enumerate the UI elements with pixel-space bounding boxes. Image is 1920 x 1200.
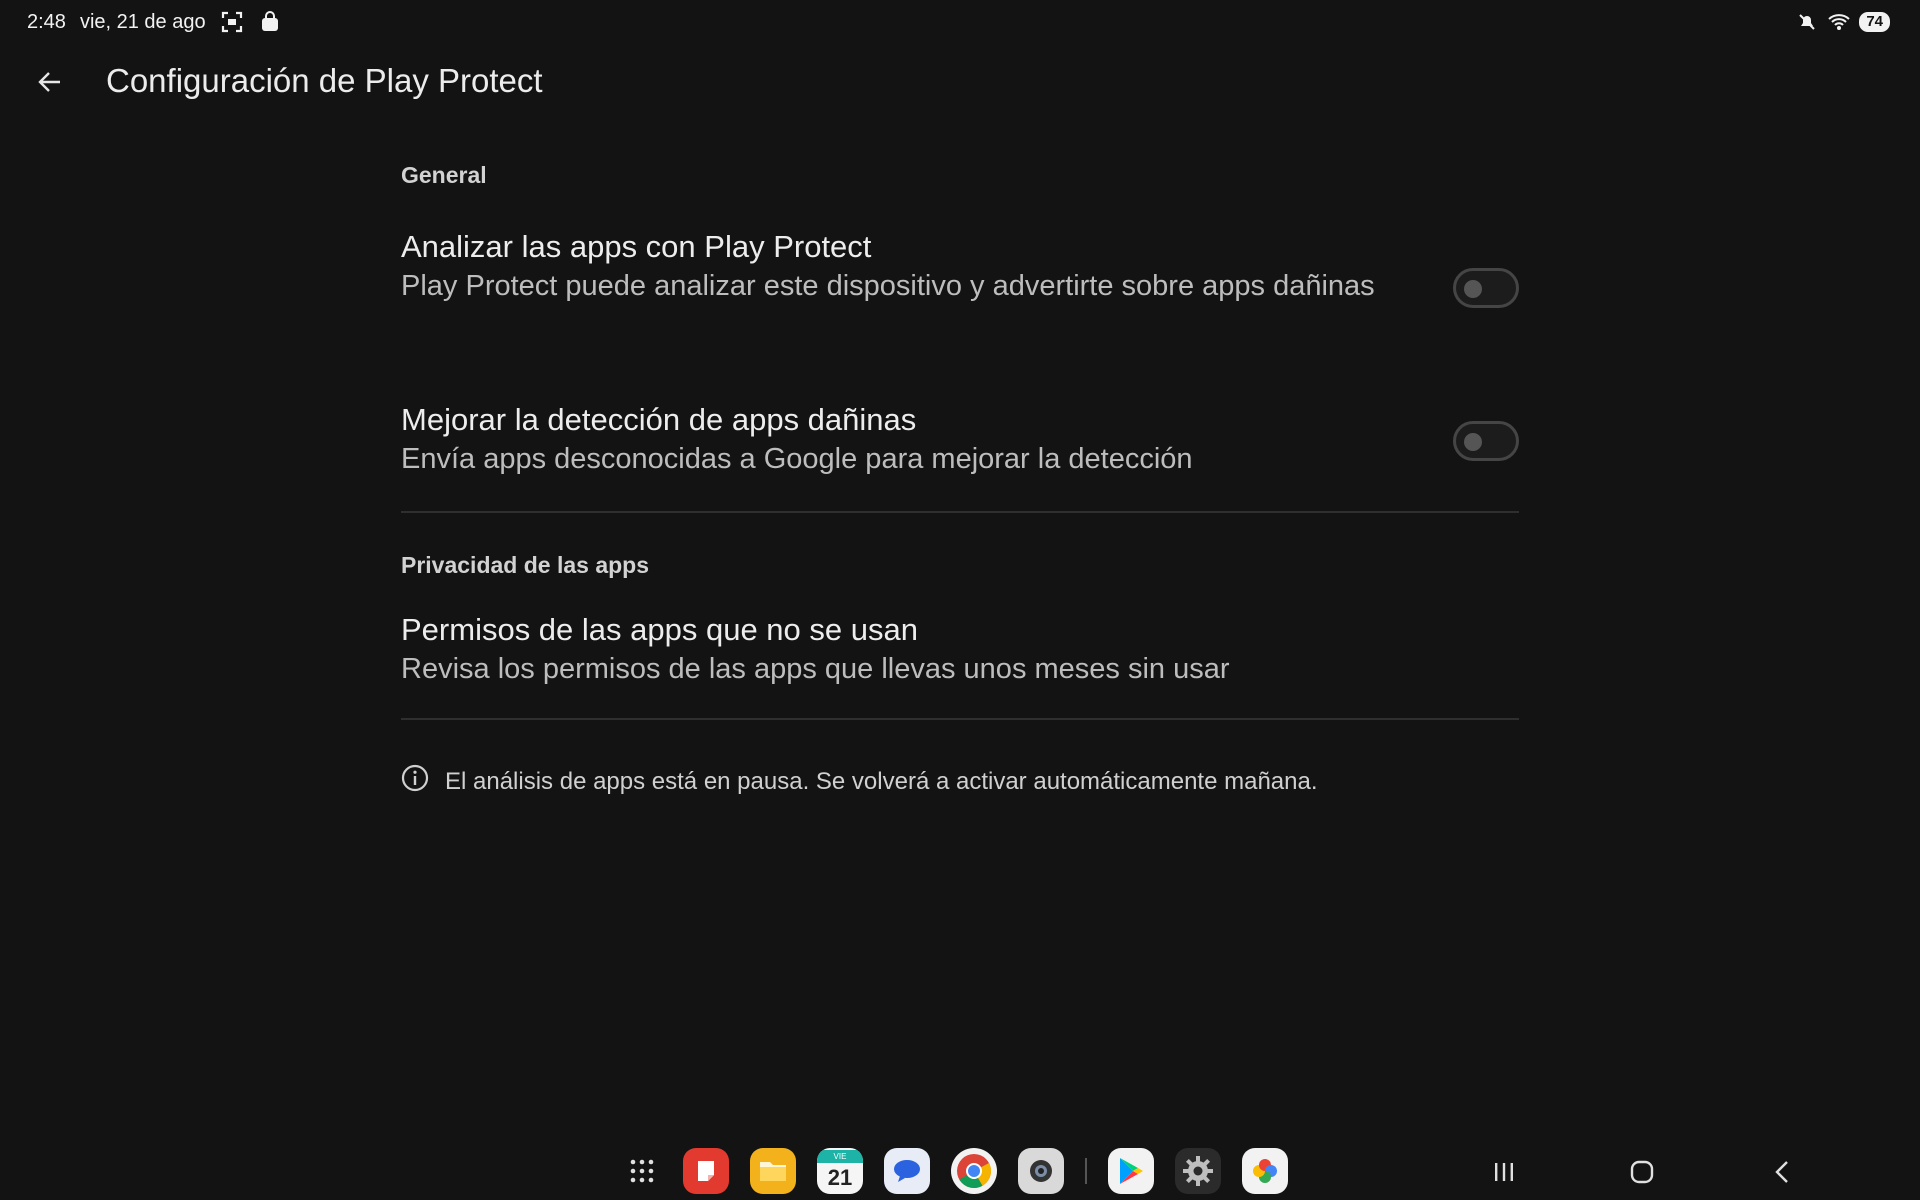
nav-back-button[interactable]	[1762, 1154, 1802, 1194]
divider	[401, 718, 1519, 720]
calendar-day: 21	[827, 1164, 853, 1190]
page-title: Configuración de Play Protect	[106, 62, 543, 99]
scan-apps-preference[interactable]: Analizar las apps con Play Protect Play …	[401, 227, 1519, 357]
play-store-app-icon[interactable]	[1108, 1148, 1154, 1194]
settings-list: General Analizar las apps con Play Prote…	[401, 150, 1519, 799]
messages-app-icon[interactable]	[884, 1148, 930, 1194]
status-date: vie, 21 de ago	[79, 10, 206, 33]
notes-app-icon[interactable]	[683, 1148, 729, 1194]
photos-app-icon[interactable]	[1242, 1148, 1288, 1194]
dock: VIE 21	[622, 1148, 1288, 1194]
toggle-knob	[1464, 280, 1482, 298]
shopping-bag-icon	[258, 10, 282, 34]
settings-app-icon[interactable]	[1175, 1148, 1221, 1194]
unused-permissions-preference[interactable]: Permisos de las apps que no se usan Revi…	[401, 610, 1519, 694]
status-time: 2:48	[27, 10, 66, 33]
calendar-weekday: VIE	[817, 1149, 863, 1163]
divider	[401, 511, 1519, 513]
info-icon	[401, 764, 429, 799]
dock-separator	[1085, 1158, 1087, 1184]
unused-permissions-title: Permisos de las apps que no se usan	[401, 612, 918, 647]
mute-icon	[1795, 10, 1819, 34]
wifi-icon	[1827, 10, 1851, 34]
battery-icon: 74	[1859, 12, 1890, 32]
chrome-app-icon[interactable]	[951, 1148, 997, 1194]
section-header-general: General	[401, 162, 487, 188]
taskbar: VIE 21	[0, 1140, 1920, 1200]
screenshot-icon	[220, 10, 244, 34]
toggle-knob	[1464, 433, 1482, 451]
scan-paused-text: El análisis de apps está en pausa. Se vo…	[445, 767, 1318, 795]
unused-permissions-summary: Revisa los permisos de las apps que llev…	[401, 653, 1230, 685]
improve-detection-summary: Envía apps desconocidas a Google para me…	[401, 443, 1193, 475]
back-button[interactable]	[30, 64, 70, 104]
app-bar: Configuración de Play Protect	[0, 48, 1920, 118]
recents-icon	[1493, 1162, 1515, 1187]
scan-apps-toggle[interactable]	[1453, 268, 1519, 308]
scan-paused-notice: El análisis de apps está en pausa. Se vo…	[401, 764, 1519, 799]
app-drawer-icon[interactable]	[622, 1148, 662, 1194]
improve-detection-title: Mejorar la detección de apps dañinas	[401, 402, 917, 437]
section-header-privacy: Privacidad de las apps	[401, 552, 650, 578]
nav-back-icon	[1773, 1160, 1791, 1189]
recents-button[interactable]	[1484, 1154, 1524, 1194]
arrow-back-icon	[37, 69, 63, 100]
status-bar: 2:48 vie, 21 de ago 74	[0, 0, 1920, 48]
improve-detection-toggle[interactable]	[1453, 421, 1519, 461]
scan-apps-title: Analizar las apps con Play Protect	[401, 229, 872, 264]
camera-app-icon[interactable]	[1018, 1148, 1064, 1194]
home-button[interactable]	[1622, 1154, 1662, 1194]
files-app-icon[interactable]	[750, 1148, 796, 1194]
calendar-app-icon[interactable]: VIE 21	[817, 1148, 863, 1194]
home-icon	[1630, 1160, 1654, 1189]
scan-apps-summary: Play Protect puede analizar este disposi…	[401, 270, 1375, 302]
improve-detection-preference[interactable]: Mejorar la detección de apps dañinas Env…	[401, 400, 1519, 490]
